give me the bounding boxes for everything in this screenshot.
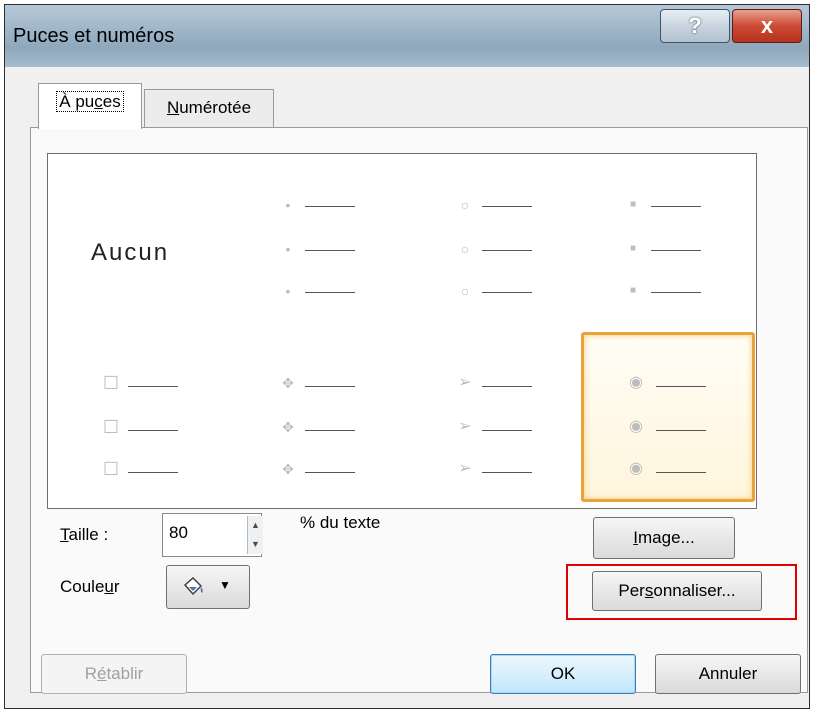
bullet-line: [305, 206, 355, 207]
bullets-numbering-dialog: Puces et numéros ? x À puces Numérotée A…: [4, 4, 810, 709]
tab-bulleted-label: À puces: [56, 91, 124, 112]
radio-circle-icon: ◉: [629, 374, 643, 391]
small-square-icon: ■: [629, 285, 637, 296]
hollow-square-icon: ☐: [102, 459, 120, 479]
close-button[interactable]: x: [732, 9, 802, 43]
bullet-line: [482, 206, 532, 207]
hollow-square-icon: ☐: [102, 373, 120, 393]
bullet-line: [305, 250, 355, 251]
bullet-line: [482, 472, 532, 473]
tab-numbered[interactable]: Numérotée: [144, 89, 274, 127]
help-icon: ?: [688, 13, 702, 38]
size-suffix: % du texte: [300, 513, 381, 532]
radio-circle-icon: ◉: [629, 418, 643, 435]
small-dot-icon: •: [285, 197, 291, 213]
arrowhead-icon: ➢: [458, 460, 472, 477]
bullet-style-hollow-square[interactable]: ☐ ☐ ☐: [51, 335, 221, 505]
bullet-style-arrowhead[interactable]: ➢ ➢ ➢: [405, 335, 575, 505]
tab-bulleted[interactable]: À puces: [38, 83, 142, 129]
dialog-content: À puces Numérotée Aucun • • • ○ ○ ○ ■ ■ …: [10, 67, 808, 703]
bullet-line: [482, 250, 532, 251]
dialog-title: Puces et numéros: [13, 25, 175, 47]
hollow-circle-icon: ○: [460, 241, 470, 257]
hollow-square-icon: ☐: [102, 417, 120, 437]
bullet-line: [305, 472, 355, 473]
bullet-line: [482, 430, 532, 431]
help-button[interactable]: ?: [660, 9, 730, 43]
bullet-gallery: Aucun • • • ○ ○ ○ ■ ■ ■ ☐ ☐ ☐ ✥ ✥ ✥ ➢ ➢ …: [47, 153, 757, 509]
bullet-style-small-dot[interactable]: • • •: [228, 157, 398, 327]
small-dot-icon: •: [285, 283, 291, 299]
color-picker-button[interactable]: ▼: [166, 565, 250, 609]
image-button[interactable]: Image...: [593, 517, 735, 559]
four-diamond-icon: ✥: [282, 461, 294, 477]
arrowhead-icon: ➢: [458, 418, 472, 435]
paint-bucket-icon: [181, 576, 207, 598]
spin-up-icon[interactable]: ▲: [248, 516, 263, 536]
bullet-style-radio-circle[interactable]: ◉ ◉ ◉: [581, 332, 755, 502]
bullet-style-four-diamond[interactable]: ✥ ✥ ✥: [228, 335, 398, 505]
bullet-line: [305, 292, 355, 293]
bullet-line: [482, 386, 532, 387]
reset-button[interactable]: Rétablir: [41, 654, 187, 694]
color-label: Couleur: [60, 577, 120, 596]
small-dot-icon: •: [285, 241, 291, 257]
bullet-line: [651, 250, 701, 251]
highlight-box: [566, 564, 797, 620]
four-diamond-icon: ✥: [282, 375, 294, 391]
none-label: Aucun: [91, 239, 170, 266]
small-square-icon: ■: [629, 243, 637, 254]
bullet-line: [651, 292, 701, 293]
cancel-button[interactable]: Annuler: [655, 654, 801, 694]
bullet-line: [656, 386, 706, 387]
bullet-line: [128, 472, 178, 473]
radio-circle-icon: ◉: [629, 460, 643, 477]
close-icon: x: [760, 13, 774, 38]
title-bar[interactable]: Puces et numéros ? x: [5, 5, 809, 67]
bullet-line: [656, 430, 706, 431]
bullet-style-small-square[interactable]: ■ ■ ■: [581, 157, 751, 327]
bullet-line: [128, 386, 178, 387]
bullet-line: [651, 206, 701, 207]
four-diamond-icon: ✥: [282, 419, 294, 435]
tab-numbered-label: Numérotée: [166, 98, 252, 117]
spin-down-icon[interactable]: ▼: [248, 535, 263, 554]
bullet-line: [305, 430, 355, 431]
hollow-circle-icon: ○: [460, 283, 470, 299]
small-square-icon: ■: [629, 199, 637, 210]
ok-button[interactable]: OK: [490, 654, 636, 694]
bullet-line: [128, 430, 178, 431]
dropdown-arrow-icon: ▼: [219, 578, 231, 592]
size-spinner[interactable]: ▲ ▼: [247, 516, 263, 554]
size-label: Taille :: [60, 525, 109, 544]
bullet-style-none[interactable]: Aucun: [51, 157, 221, 327]
hollow-circle-icon: ○: [460, 197, 470, 213]
arrowhead-icon: ➢: [458, 374, 472, 391]
bullet-style-hollow-circle[interactable]: ○ ○ ○: [405, 157, 575, 327]
bullet-line: [482, 292, 532, 293]
bullet-line: [305, 386, 355, 387]
bullet-line: [656, 472, 706, 473]
